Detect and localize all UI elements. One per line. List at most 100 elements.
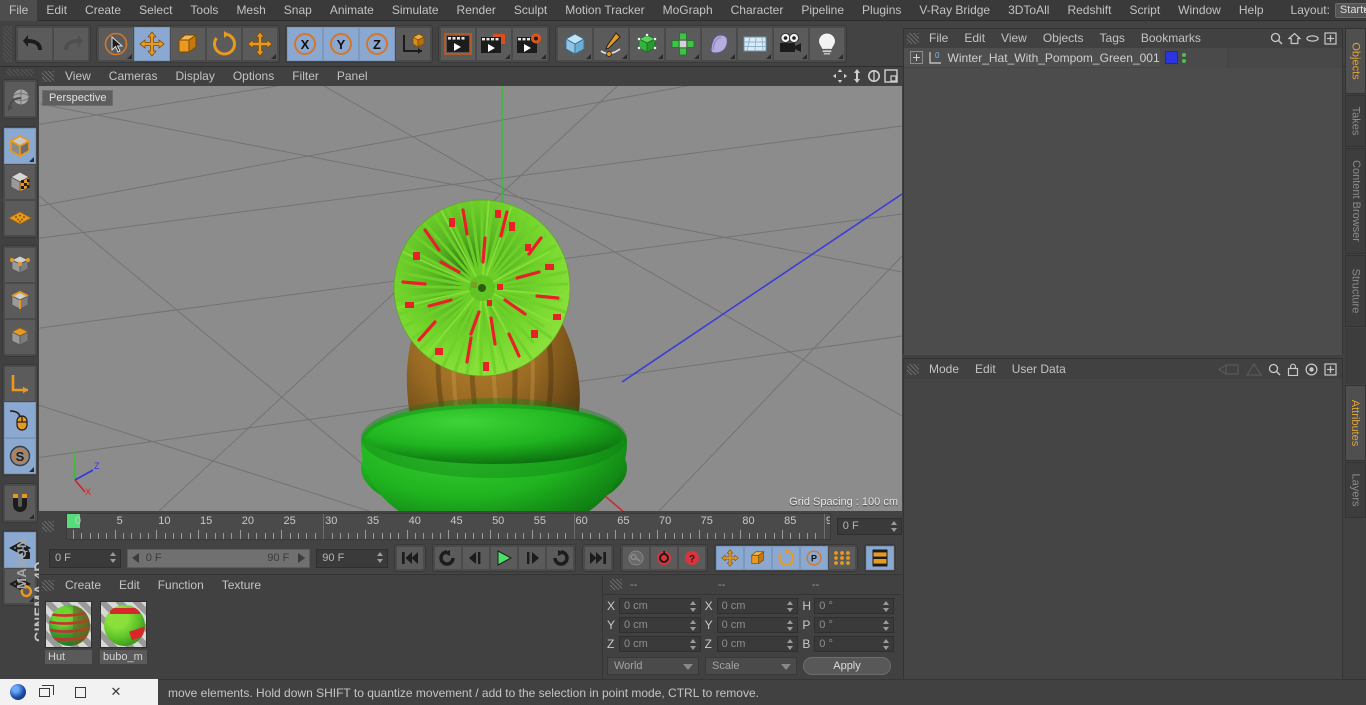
menu-item-snap[interactable]: Snap	[275, 0, 321, 21]
polygons-mode-button[interactable]	[3, 319, 36, 355]
render-to-picture-viewer-button[interactable]	[476, 26, 512, 61]
object-menu-file[interactable]: File	[921, 29, 956, 48]
viewport-menu-filter[interactable]: Filter	[283, 67, 328, 86]
plus-box-icon[interactable]	[1324, 32, 1337, 45]
edges-mode-button[interactable]	[3, 283, 36, 319]
scale-tool[interactable]	[170, 26, 206, 61]
render-view-button[interactable]	[440, 26, 476, 61]
maximize-icon[interactable]	[883, 68, 898, 83]
menu-item-mograph[interactable]: MoGraph	[654, 0, 722, 21]
coordinate-system-select[interactable]: World	[607, 657, 699, 675]
viewport-3d-canvas[interactable]: Perspective Grid Spacing : 100 cm Y Z X	[39, 86, 902, 511]
position-key-button[interactable]	[716, 546, 745, 570]
menu-item-vray-bridge[interactable]: V-Ray Bridge	[910, 0, 999, 21]
preview-range-slider[interactable]: 0 F 90 F	[126, 548, 311, 568]
coord-size-x-input[interactable]: 0 cm	[716, 598, 799, 614]
current-frame-field[interactable]: 0 F	[49, 548, 121, 568]
stepper-icon[interactable]	[882, 639, 890, 650]
menu-item-render[interactable]: Render	[448, 0, 505, 21]
material-menu-texture[interactable]: Texture	[213, 575, 270, 595]
timeline-grip[interactable]	[42, 521, 54, 532]
range-right-arrow-icon[interactable]	[298, 553, 306, 563]
stepper-icon[interactable]	[882, 620, 890, 631]
scale-key-button[interactable]	[744, 546, 773, 570]
material-preview[interactable]	[45, 601, 92, 648]
tab-attributes[interactable]: Attributes	[1345, 385, 1366, 461]
add-spline-button[interactable]	[593, 26, 629, 61]
autokeying-button[interactable]	[650, 546, 679, 570]
material-menu-edit[interactable]: Edit	[110, 575, 149, 595]
object-menu-objects[interactable]: Objects	[1035, 29, 1092, 48]
object-menu-view[interactable]: View	[993, 29, 1035, 48]
points-mode-button[interactable]	[3, 247, 36, 283]
menu-item-tools[interactable]: Tools	[181, 0, 227, 21]
add-light-button[interactable]	[809, 26, 845, 61]
menu-item-create[interactable]: Create	[76, 0, 130, 21]
menu-item-plugins[interactable]: Plugins	[853, 0, 910, 21]
menu-item-animate[interactable]: Animate	[321, 0, 383, 21]
rotate-tool[interactable]	[206, 26, 242, 61]
viewport-menu-options[interactable]: Options	[224, 67, 283, 86]
keyframe-selection-button[interactable]: ?	[678, 546, 707, 570]
coord-pos-x-input[interactable]: 0 cm	[618, 598, 701, 614]
object-manager-grip[interactable]	[907, 33, 919, 44]
tab-takes[interactable]: Takes	[1345, 95, 1366, 147]
home-icon[interactable]	[1288, 32, 1301, 45]
object-tree[interactable]: 0 Winter_Hat_With_Pompom_Green_001	[904, 47, 1342, 355]
restore-button[interactable]	[26, 679, 62, 705]
dolly-icon[interactable]	[849, 68, 864, 83]
tab-objects[interactable]: Objects	[1345, 28, 1366, 94]
menu-item-mesh[interactable]: Mesh	[227, 0, 274, 21]
stepper-icon[interactable]	[689, 639, 697, 650]
timeline-frame-field[interactable]: 0 F	[836, 518, 902, 535]
object-menu-tags[interactable]: Tags	[1092, 29, 1133, 48]
target-icon[interactable]	[1305, 362, 1318, 376]
rotation-key-button[interactable]	[772, 546, 801, 570]
coord-rot-p-input[interactable]: 0 °	[814, 617, 894, 633]
material-item[interactable]: bubo_m	[100, 601, 147, 664]
coordinates-grip[interactable]	[610, 579, 622, 590]
expand-toggle-icon[interactable]	[910, 51, 923, 64]
viewport-menu-view[interactable]: View	[56, 67, 100, 86]
world-object-coordinates-button[interactable]	[395, 26, 431, 61]
menu-item-motion-tracker[interactable]: Motion Tracker	[556, 0, 653, 21]
plus-box-icon[interactable]	[1324, 362, 1337, 376]
material-tag-icon[interactable]	[1164, 51, 1178, 64]
render-settings-button[interactable]	[512, 26, 548, 61]
timeline-button[interactable]	[866, 546, 895, 570]
apply-button[interactable]: Apply	[803, 657, 891, 675]
add-deformer-button[interactable]	[701, 26, 737, 61]
coordinate-mode-select[interactable]: Scale	[705, 657, 797, 675]
move-duplicate-tool[interactable]	[242, 26, 278, 61]
ellipse-icon[interactable]	[1306, 32, 1319, 45]
arrow-up-nav-icon[interactable]	[1246, 362, 1262, 376]
parameter-key-button[interactable]: P	[800, 546, 829, 570]
coord-size-z-input[interactable]: 0 cm	[716, 636, 799, 652]
add-cube-button[interactable]	[557, 26, 593, 61]
pan-icon[interactable]	[832, 68, 847, 83]
timeline-ruler[interactable]: 0 5 10 15 20 25 30 35 40 45 50 55 60 65 70 75 80 85 90	[65, 513, 831, 540]
toolbar-grip[interactable]	[3, 25, 12, 62]
object-menu-edit[interactable]: Edit	[956, 29, 993, 48]
material-menu-function[interactable]: Function	[149, 575, 213, 595]
stepper-icon[interactable]	[689, 620, 697, 631]
object-tags[interactable]	[1159, 47, 1227, 68]
menu-item-simulate[interactable]: Simulate	[383, 0, 448, 21]
add-camera-button[interactable]	[773, 26, 809, 61]
menu-item-help[interactable]: Help	[1230, 0, 1273, 21]
stepper-icon[interactable]	[891, 521, 898, 532]
step-back-button[interactable]	[462, 546, 491, 570]
go-to-next-keyframe-button[interactable]	[546, 546, 575, 570]
minimize-button[interactable]	[62, 679, 98, 705]
menu-item-sculpt[interactable]: Sculpt	[505, 0, 556, 21]
coord-pos-z-input[interactable]: 0 cm	[618, 636, 701, 652]
lock-z-axis-button[interactable]: Z	[359, 26, 395, 61]
coord-pos-y-input[interactable]: 0 cm	[618, 617, 701, 633]
lock-y-axis-button[interactable]: Y	[323, 26, 359, 61]
texture-axis-button[interactable]	[3, 164, 36, 200]
go-to-previous-keyframe-button[interactable]	[434, 546, 463, 570]
coord-size-y-input[interactable]: 0 cm	[716, 617, 799, 633]
add-environment-button[interactable]	[737, 26, 773, 61]
visibility-dots-icon[interactable]	[1181, 52, 1186, 63]
viewport-solo-button[interactable]	[3, 200, 36, 236]
